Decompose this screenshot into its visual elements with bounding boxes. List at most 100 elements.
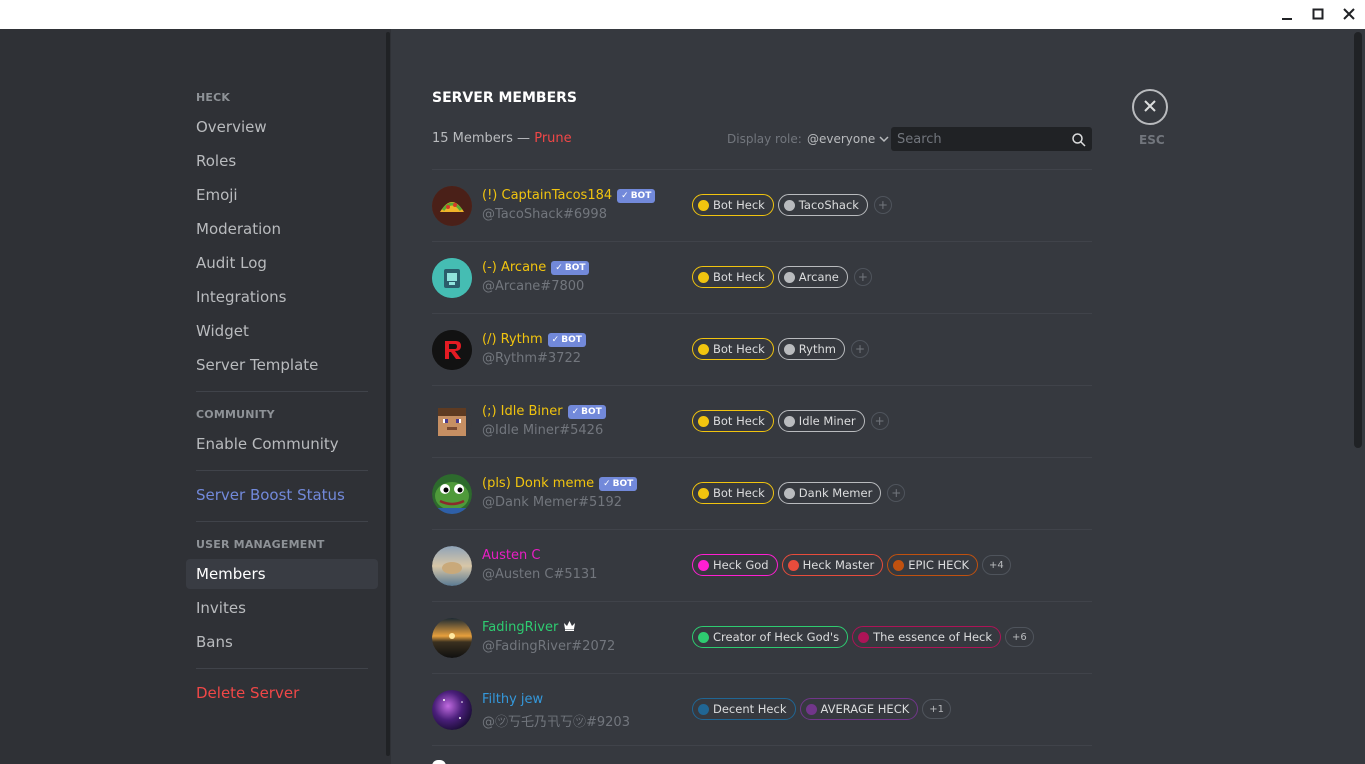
search-input[interactable] <box>891 127 1066 151</box>
member-name[interactable]: FadingRiver <box>482 620 558 635</box>
maximize-icon[interactable] <box>1307 4 1329 24</box>
nav-members[interactable]: Members <box>186 559 378 589</box>
add-role-button[interactable]: + <box>870 412 889 430</box>
galaxy-avatar <box>432 690 472 730</box>
nav-delete-server[interactable]: Delete Server <box>186 678 378 708</box>
chevron-down-icon <box>879 132 889 146</box>
nav-roles[interactable]: Roles <box>186 146 378 176</box>
member-name[interactable]: Filthy jew <box>482 692 543 707</box>
members-count-text: 15 Members — <box>432 131 531 146</box>
member-row[interactable]: (!) CaptainTacos184 ✓ BOT @TacoShack#6998… <box>432 169 1092 241</box>
member-row[interactable]: (;) Idle Biner ✓ BOT @Idle Miner#5426 Bot… <box>432 385 1092 457</box>
nav-emoji[interactable]: Emoji <box>186 180 378 210</box>
close-icon <box>1143 98 1157 117</box>
member-name[interactable]: (/) Rythm <box>482 332 543 347</box>
minimize-icon[interactable] <box>1276 4 1298 24</box>
role-pill[interactable]: EPIC HECK <box>887 554 979 576</box>
role-pill[interactable]: The essence of Heck <box>852 626 1002 648</box>
member-row[interactable]: (/) Rythm ✓ BOT @Rythm#3722 Bot Heck Ryth… <box>432 313 1092 385</box>
members-count: 15 Members — Prune <box>432 131 572 146</box>
role-pill[interactable]: TacoShack <box>777 194 868 216</box>
nav-server-boost-status[interactable]: Server Boost Status <box>186 480 378 510</box>
display-role-dropdown[interactable]: @everyone <box>807 132 889 146</box>
role-pill[interactable]: Bot Heck <box>692 482 774 504</box>
sidebar-scrollbar[interactable] <box>386 29 391 764</box>
role-pill[interactable]: Heck God <box>692 554 778 576</box>
search-icon[interactable] <box>1072 132 1086 147</box>
member-tag: @TacoShack#6998 <box>482 207 607 222</box>
role-pill[interactable]: Arcane <box>777 266 848 288</box>
add-role-button[interactable]: + <box>853 268 872 286</box>
member-name-line: (-) Arcane ✓ BOT <box>482 260 590 275</box>
member-search <box>891 127 1092 151</box>
verified-check-icon: ✓ <box>603 478 611 489</box>
role-pill[interactable]: Bot Heck <box>692 194 774 216</box>
more-roles-button[interactable]: +6 <box>1005 627 1034 647</box>
role-pill[interactable]: Heck Master <box>781 554 884 576</box>
nav-bans[interactable]: Bans <box>186 627 378 657</box>
community-section-header: COMMUNITY <box>196 408 275 421</box>
member-tag: @Arcane#7800 <box>482 279 585 294</box>
nav-server-template[interactable]: Server Template <box>186 350 378 380</box>
member-name-line: FadingRiver <box>482 620 576 635</box>
role-list: Decent Heck AVERAGE HECK +1 <box>692 698 952 720</box>
nav-audit-log[interactable]: Audit Log <box>186 248 378 278</box>
role-pill[interactable]: Creator of Heck God's <box>692 626 849 648</box>
sidebar-separator <box>196 391 368 392</box>
member-name[interactable]: (-) Arcane <box>482 260 546 275</box>
member-row[interactable] <box>432 745 1092 764</box>
member-row[interactable]: (pls) Donk meme ✓ BOT @Dank Memer#5192 Bo… <box>432 457 1092 529</box>
member-row[interactable]: Filthy jew @㋡丂乇乃卂丂㋡#9203 Decent Heck AVE… <box>432 673 1092 745</box>
main-scrollbar[interactable] <box>1354 32 1362 448</box>
member-tag: @Rythm#3722 <box>482 351 581 366</box>
role-list: Bot Heck Idle Miner + <box>692 410 889 432</box>
add-role-button[interactable]: + <box>887 484 906 502</box>
member-name-line: (;) Idle Biner ✓ BOT <box>482 404 606 419</box>
nav-enable-community[interactable]: Enable Community <box>186 429 378 459</box>
add-role-button[interactable]: + <box>850 340 869 358</box>
nav-integrations[interactable]: Integrations <box>186 282 378 312</box>
role-pill[interactable]: Idle Miner <box>777 410 865 432</box>
window-titlebar <box>0 0 1365 29</box>
nav-widget[interactable]: Widget <box>186 316 378 346</box>
more-roles-button[interactable]: +1 <box>922 699 952 719</box>
add-role-button[interactable]: + <box>873 196 892 214</box>
member-tag: @㋡丂乇乃卂丂㋡#9203 <box>482 715 630 730</box>
member-name[interactable]: (!) CaptainTacos184 <box>482 188 612 203</box>
avatar <box>432 760 446 764</box>
bot-badge: ✓ BOT <box>617 188 656 203</box>
member-name-line: (!) CaptainTacos184 ✓ BOT <box>482 188 656 203</box>
role-pill[interactable]: Dank Memer <box>777 482 882 504</box>
member-row[interactable]: Austen C @Austen C#5131 Heck God Heck Ma… <box>432 529 1092 601</box>
role-list: Bot Heck TacoShack + <box>692 194 892 216</box>
nav-invites[interactable]: Invites <box>186 593 378 623</box>
prune-link[interactable]: Prune <box>534 131 571 146</box>
bot-badge: ✓ BOT <box>551 260 590 275</box>
member-name[interactable]: (;) Idle Biner <box>482 404 563 419</box>
role-list: Bot Heck Arcane + <box>692 266 872 288</box>
esc-label: ESC <box>1139 133 1165 147</box>
role-pill[interactable]: Decent Heck <box>692 698 796 720</box>
member-name[interactable]: Austen C <box>482 548 540 563</box>
more-roles-button[interactable]: +4 <box>982 555 1011 575</box>
role-pill[interactable]: AVERAGE HECK <box>799 698 919 720</box>
sidebar-separator <box>196 521 368 522</box>
bot-badge: ✓ BOT <box>547 332 586 347</box>
close-settings-button[interactable] <box>1132 89 1168 125</box>
rythm-avatar <box>432 330 472 370</box>
role-pill[interactable]: Bot Heck <box>692 410 774 432</box>
sidebar-separator <box>196 668 368 669</box>
verified-check-icon: ✓ <box>571 406 580 417</box>
role-pill[interactable]: Bot Heck <box>692 338 774 360</box>
member-name[interactable]: (pls) Donk meme <box>482 476 594 491</box>
nav-moderation[interactable]: Moderation <box>186 214 378 244</box>
idle-miner-avatar <box>432 402 472 442</box>
close-icon[interactable] <box>1338 4 1360 24</box>
member-row[interactable]: (-) Arcane ✓ BOT @Arcane#7800 Bot Heck Ar… <box>432 241 1092 313</box>
role-list: Creator of Heck God's The essence of Hec… <box>692 626 1034 648</box>
member-row[interactable]: FadingRiver @FadingRiver#2072 Creator of… <box>432 601 1092 673</box>
member-tag: @Dank Memer#5192 <box>482 495 623 510</box>
role-pill[interactable]: Rythm <box>777 338 845 360</box>
role-pill[interactable]: Bot Heck <box>692 266 774 288</box>
nav-overview[interactable]: Overview <box>186 112 378 142</box>
